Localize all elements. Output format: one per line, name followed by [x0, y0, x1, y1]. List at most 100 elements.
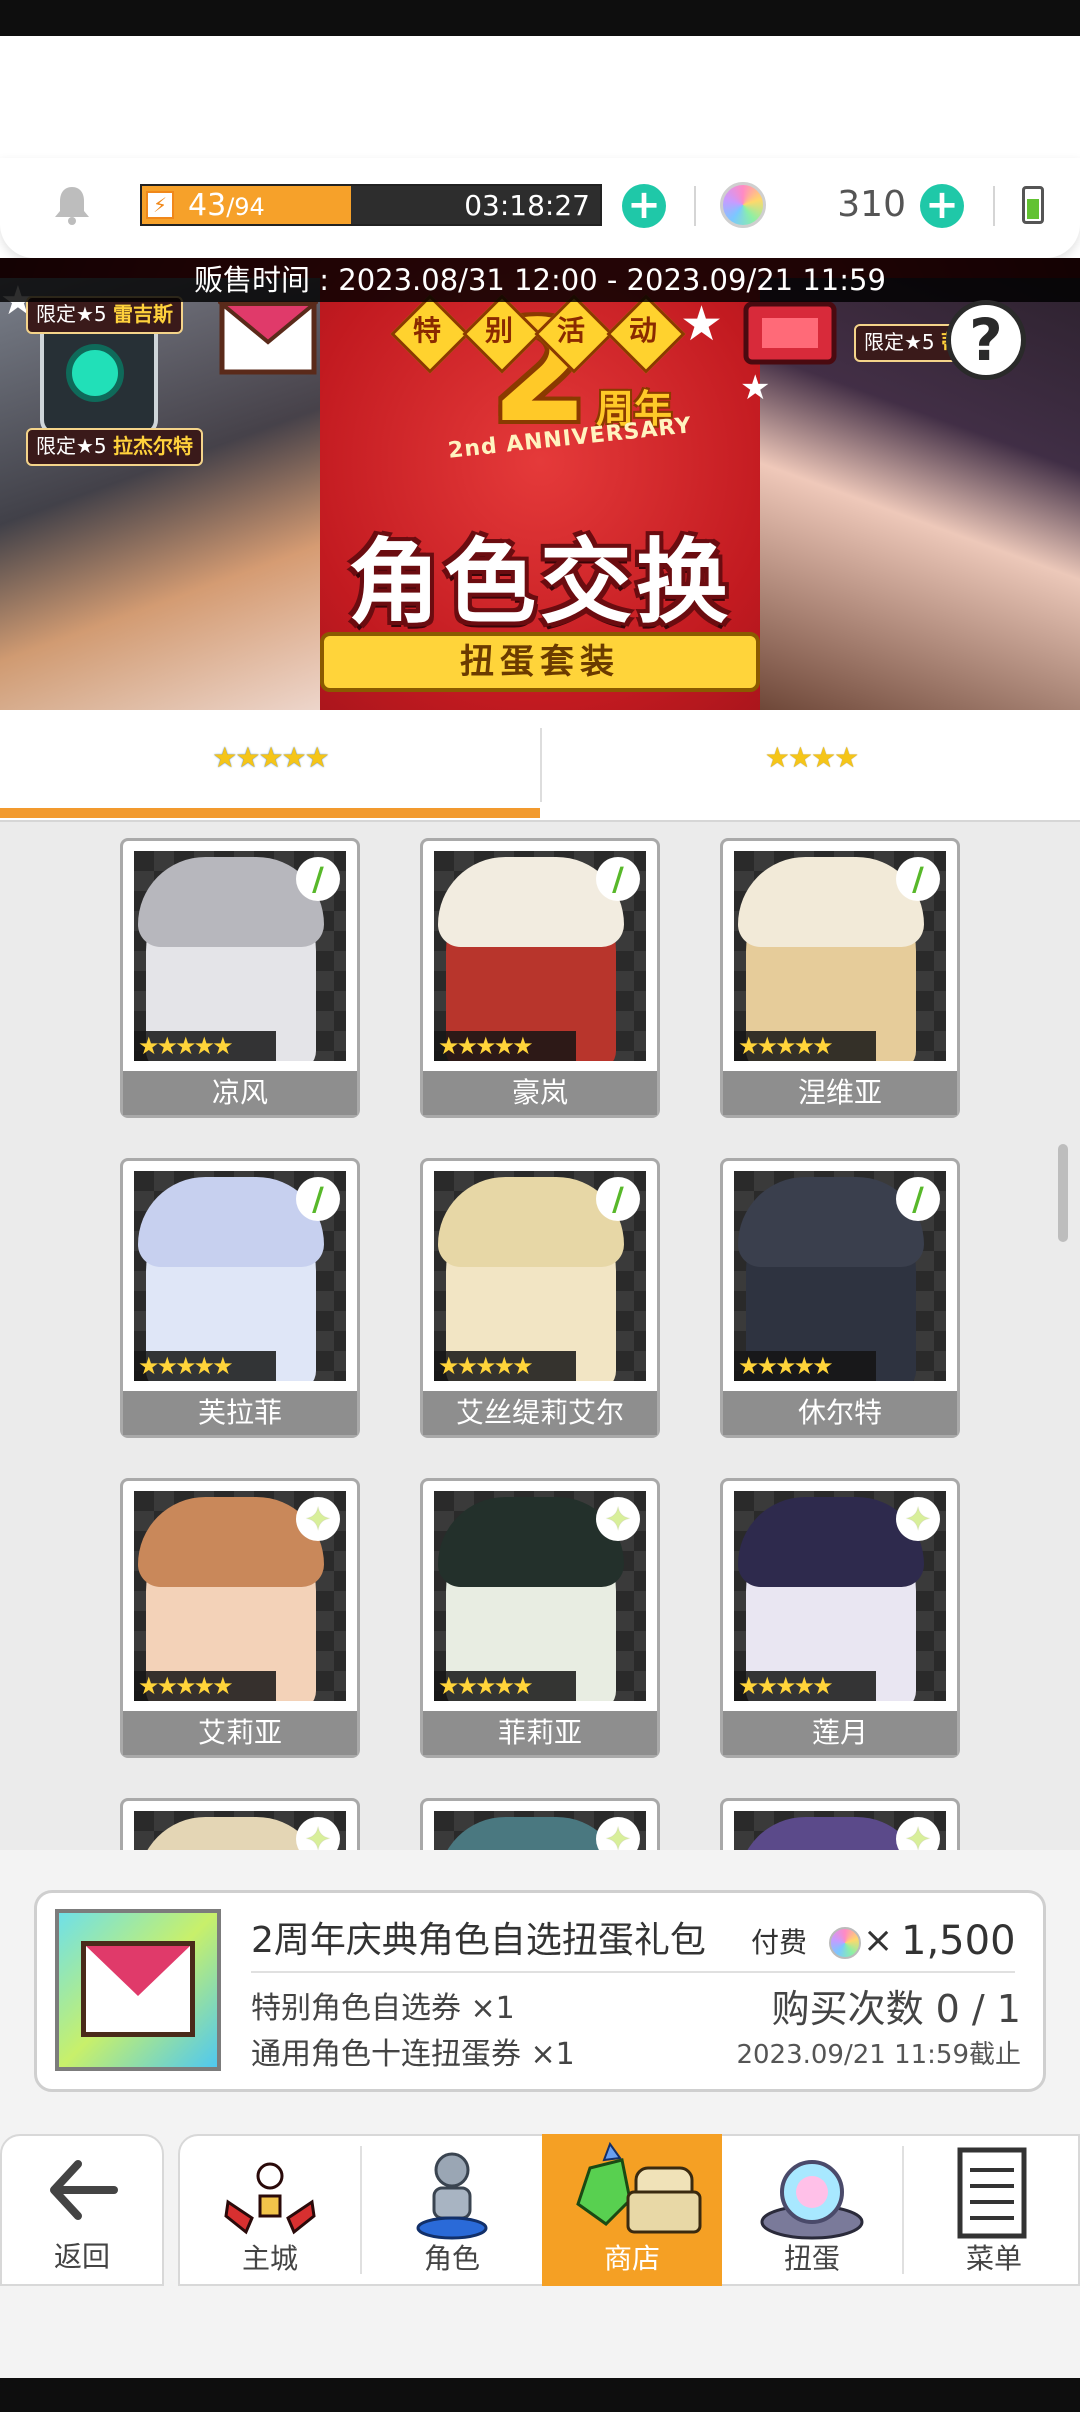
event-char: 特 — [412, 314, 441, 347]
back-label: 返回 — [53, 2240, 110, 2273]
stamina-max: /94 — [226, 193, 265, 221]
castle-icon — [224, 2162, 316, 2235]
character-name: 菲莉亚 — [423, 1711, 657, 1755]
character-card[interactable]: ✦ — [420, 1798, 660, 1850]
nav-main-city[interactable]: 主城 — [180, 2134, 360, 2286]
shop-icon — [576, 2141, 702, 2234]
battery-level — [1027, 199, 1039, 219]
nav-gacha[interactable]: 扭蛋 — [722, 2134, 902, 2286]
event-char: 动 — [628, 314, 657, 347]
add-gem-button[interactable]: + — [920, 184, 964, 228]
character-portrait: ∕ ★★★★★ — [134, 851, 346, 1061]
event-banner: ★ ★ ★ ★ 2 周年 2nd ANNIVERSARY 特 别 活 动 角色交… — [0, 258, 1080, 710]
nav-label: 扭蛋 — [783, 2242, 840, 2275]
character-hair — [438, 1497, 624, 1587]
character-portrait: ∕ ★★★★★ — [134, 1171, 346, 1381]
pack-price-label: 付费 — [751, 1926, 808, 1959]
pack-item: 通用角色十连扭蛋券 ×1 — [251, 2037, 575, 2072]
banner-title: 角色交换 — [347, 529, 732, 636]
character-card[interactable]: ∕ ★★★★★ 凉风 — [120, 838, 360, 1118]
system-status-bar — [0, 0, 1080, 36]
wind-element-icon: ∕ — [596, 1177, 640, 1221]
character-card[interactable]: ∕ ★★★★★ 豪岚 — [420, 838, 660, 1118]
pack-item: 特别角色自选券 ×1 — [251, 1991, 515, 2026]
tab-5-star-label: ★★★★★ — [0, 738, 540, 778]
menu-icon — [957, 2147, 1027, 2239]
character-card[interactable]: ✦ ★★★★★ 菲莉亚 — [420, 1478, 660, 1758]
character-card[interactable]: ✦ — [720, 1798, 960, 1850]
lightning-icon: ⚡ — [146, 191, 174, 219]
character-card[interactable]: ✦ — [120, 1798, 360, 1850]
tab-4-star[interactable]: ★★★★ — [542, 710, 1080, 808]
character-card[interactable]: ∕ ★★★★★ 芙拉菲 — [120, 1158, 360, 1438]
pack-deadline: 2023.09/21 11:59截止 — [736, 2040, 1021, 2070]
stamina-current: 43 — [188, 188, 227, 223]
rarity-stars-icon: ★★★★★ — [134, 1671, 276, 1701]
nav-menu[interactable]: 菜单 — [904, 2134, 1080, 2286]
tag-name: 拉杰尔特 — [113, 434, 194, 458]
character-grid: ∕ ★★★★★ 凉风 ∕ ★★★★★ 豪岚 ∕ ★★★★★ 涅维亚 ∕ ★★★★★ 芙拉菲 ∕ ★★★★★… — [0, 822, 1080, 1850]
character-portrait: ∕ ★★★★★ — [734, 1171, 946, 1381]
star-icon: ★ — [680, 296, 724, 352]
character-portrait: ∕ ★★★★★ — [734, 851, 946, 1061]
character-name: 艾莉亚 — [123, 1711, 357, 1755]
light-element-icon: ✦ — [896, 1497, 940, 1541]
rarity-stars-icon: ★★★★★ — [134, 1351, 276, 1381]
gem-count: 310 — [837, 184, 906, 225]
character-name: 芙拉菲 — [123, 1391, 357, 1435]
divider — [993, 186, 995, 226]
character-portrait: ✦ ★★★★★ — [434, 1491, 646, 1701]
add-stamina-button[interactable]: + — [622, 184, 666, 228]
character-card[interactable]: ∕ ★★★★★ 涅维亚 — [720, 838, 960, 1118]
five-star-icon: ★★★★★ — [212, 741, 330, 774]
tab-5-star[interactable]: ★★★★★ — [0, 710, 540, 808]
banner-ribbon-text: 扭蛋套装 — [460, 642, 620, 682]
nav-character[interactable]: 角色 — [362, 2134, 542, 2286]
wind-element-icon: ∕ — [596, 857, 640, 901]
back-arrow-icon — [50, 2160, 118, 2220]
ticket-icon — [742, 298, 838, 372]
character-portrait: ✦ — [134, 1811, 346, 1850]
back-button[interactable]: 返回 — [0, 2134, 164, 2286]
rarity-stars-icon: ★★★★★ — [734, 1031, 876, 1061]
wind-element-icon: ∕ — [896, 857, 940, 901]
nav-label: 主城 — [241, 2242, 298, 2275]
nav-label: 角色 — [423, 2242, 480, 2275]
character-hair — [138, 1177, 324, 1267]
tag-prefix: 限定★5 — [36, 434, 107, 458]
scrollbar[interactable] — [1058, 1144, 1068, 1242]
character-icon — [416, 2152, 488, 2240]
character-card[interactable]: ✦ ★★★★★ 莲月 — [720, 1478, 960, 1758]
rarity-stars-icon: ★★★★★ — [734, 1671, 876, 1701]
light-element-icon: ✦ — [896, 1817, 940, 1850]
rarity-stars-icon: ★★★★★ — [134, 1031, 276, 1061]
character-card[interactable]: ✦ ★★★★★ 艾莉亚 — [120, 1478, 360, 1758]
stamina-timer: 03:18:27 — [464, 189, 590, 222]
light-element-icon: ✦ — [596, 1817, 640, 1850]
wind-element-icon: ∕ — [296, 1177, 340, 1221]
tag-prefix: 限定★5 — [36, 302, 107, 326]
event-char: 活 — [556, 314, 585, 347]
sale-time: 贩售时间 : 2023.08/31 12:00 - 2023.09/21 11:… — [194, 263, 886, 297]
character-name: 休尔特 — [723, 1391, 957, 1435]
light-element-icon: ✦ — [296, 1497, 340, 1541]
character-portrait: ✦ ★★★★★ — [734, 1491, 946, 1701]
character-hair — [438, 857, 624, 947]
bell-icon[interactable] — [50, 183, 94, 227]
purchase-count: 购买次数 0 / 1 — [771, 1987, 1021, 2031]
nav-label: 菜单 — [965, 2242, 1022, 2275]
light-element-icon: ✦ — [296, 1817, 340, 1850]
pack-price: 1,500 — [901, 1918, 1016, 1964]
character-portrait: ✦ — [434, 1811, 646, 1850]
light-element-icon: ✦ — [596, 1497, 640, 1541]
rarity-stars-icon: ★★★★★ — [434, 1351, 576, 1381]
character-card[interactable]: ∕ ★★★★★ 休尔特 — [720, 1158, 960, 1438]
robot-eye-icon — [66, 344, 124, 402]
pack-card[interactable]: 2周年庆典角色自选扭蛋礼包 付费 × 1,500 特别角色自选券 ×1 通用角色… — [34, 1890, 1046, 2092]
nav-label: 商店 — [603, 2242, 660, 2275]
stamina-value: 43/94 — [188, 188, 265, 225]
character-hair — [138, 1497, 324, 1587]
help-button[interactable]: ? — [946, 300, 1026, 380]
nav-shop[interactable]: 商店 — [542, 2134, 722, 2286]
character-card[interactable]: ∕ ★★★★★ 艾丝缇莉艾尔 — [420, 1158, 660, 1438]
